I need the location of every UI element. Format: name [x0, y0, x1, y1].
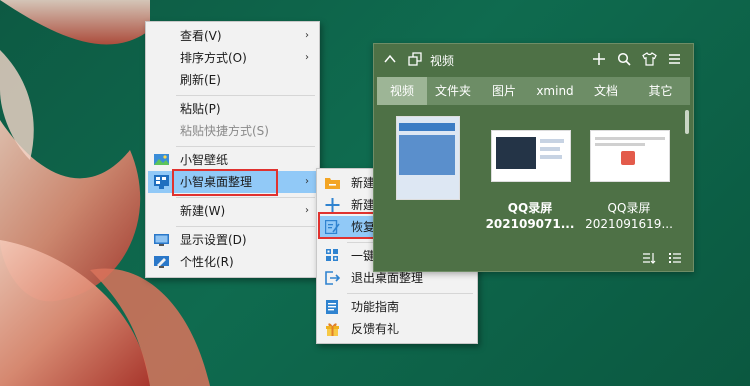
menu-item-label: 功能指南: [351, 300, 400, 314]
gift-icon: [326, 323, 339, 336]
video-thumbnail: [590, 130, 670, 182]
menu-icon[interactable]: [668, 53, 681, 65]
chevron-right-icon: ›: [305, 30, 309, 41]
tab-xmind[interactable]: xmind: [529, 77, 581, 105]
menu-separator: [176, 146, 315, 147]
tab-video[interactable]: 视频: [377, 77, 427, 105]
chevron-up-icon[interactable]: [384, 54, 396, 64]
menu-item-personalize[interactable]: 个性化(R): [148, 251, 317, 273]
menu-item-label: 反馈有礼: [351, 322, 400, 336]
desktop-organize-icon: [154, 175, 169, 189]
menu-item-guide[interactable]: 功能指南: [319, 296, 475, 318]
chevron-right-icon: ›: [305, 176, 309, 187]
menu-item-label: 显示设置(D): [180, 233, 247, 247]
tab-images[interactable]: 图片: [479, 77, 529, 105]
file-name-line1: QQ录屏: [507, 201, 553, 215]
annotation-highlight-box: [172, 169, 278, 196]
list-view-icon[interactable]: [668, 251, 682, 265]
widget-title: 视频: [430, 54, 455, 68]
file-name-line2: 202109071...: [485, 217, 575, 231]
add-icon[interactable]: [592, 52, 606, 66]
menu-item-new[interactable]: 新建(W) ›: [148, 200, 317, 222]
wallpaper-icon: [154, 154, 169, 165]
video-thumbnail: [491, 130, 571, 182]
video-thumbnail: [396, 116, 460, 200]
menu-item-label: 粘贴(P): [180, 102, 221, 116]
organizer-widget: 视频 视频 文件夹 图片 xmind 文档 其它 QQ录屏 202109071.…: [373, 43, 694, 272]
file-name-line2: 2021091619...: [585, 217, 673, 231]
guide-icon: [326, 300, 338, 314]
menu-item-paste[interactable]: 粘贴(P): [148, 98, 317, 120]
tab-folders[interactable]: 文件夹: [427, 77, 479, 105]
menu-item-paste-shortcut: 粘贴快捷方式(S): [148, 120, 317, 142]
widget-tab-bar: 视频 文件夹 图片 xmind 文档 其它: [377, 77, 690, 105]
menu-separator: [176, 197, 315, 198]
tab-documents[interactable]: 文档: [581, 77, 631, 105]
sort-icon[interactable]: [642, 251, 656, 265]
display-settings-icon: [154, 234, 169, 246]
menu-separator: [176, 226, 315, 227]
menu-item-wallpaper[interactable]: 小智壁纸: [148, 149, 317, 171]
file-name-line1: QQ录屏: [607, 201, 651, 215]
menu-item-label: 查看(V): [180, 29, 222, 43]
menu-item-label: 小智壁纸: [180, 153, 229, 167]
search-icon[interactable]: [617, 52, 631, 66]
menu-item-sort[interactable]: 排序方式(O) ›: [148, 47, 317, 69]
chevron-right-icon: ›: [305, 52, 309, 63]
widget-header: 视频: [374, 44, 693, 76]
widget-scrollbar[interactable]: [685, 110, 689, 134]
chevron-right-icon: ›: [305, 205, 309, 216]
menu-item-label: 新建(W): [180, 204, 226, 218]
menu-item-label: 个性化(R): [180, 255, 234, 269]
menu-item-label: 刷新(E): [180, 73, 221, 87]
menu-item-label: 排序方式(O): [180, 51, 247, 65]
menu-separator: [347, 293, 473, 294]
desktop-context-menu: 查看(V) › 排序方式(O) › 刷新(E) 粘贴(P) 粘贴快捷方式(S) …: [145, 21, 320, 278]
exit-icon: [325, 271, 340, 285]
tab-other[interactable]: 其它: [631, 77, 690, 105]
window-detach-icon[interactable]: [408, 52, 422, 66]
menu-separator: [176, 95, 315, 96]
grid-icon: [326, 249, 338, 261]
menu-item-feedback[interactable]: 反馈有礼: [319, 318, 475, 340]
menu-item-refresh[interactable]: 刷新(E): [148, 69, 317, 91]
menu-item-label: 粘贴快捷方式(S): [180, 124, 269, 138]
personalize-icon: [154, 256, 169, 268]
menu-item-display-settings[interactable]: 显示设置(D): [148, 229, 317, 251]
menu-item-view[interactable]: 查看(V) ›: [148, 25, 317, 47]
folder-plus-icon: [325, 178, 340, 189]
skin-icon[interactable]: [642, 52, 657, 66]
plus-icon: [325, 198, 340, 212]
